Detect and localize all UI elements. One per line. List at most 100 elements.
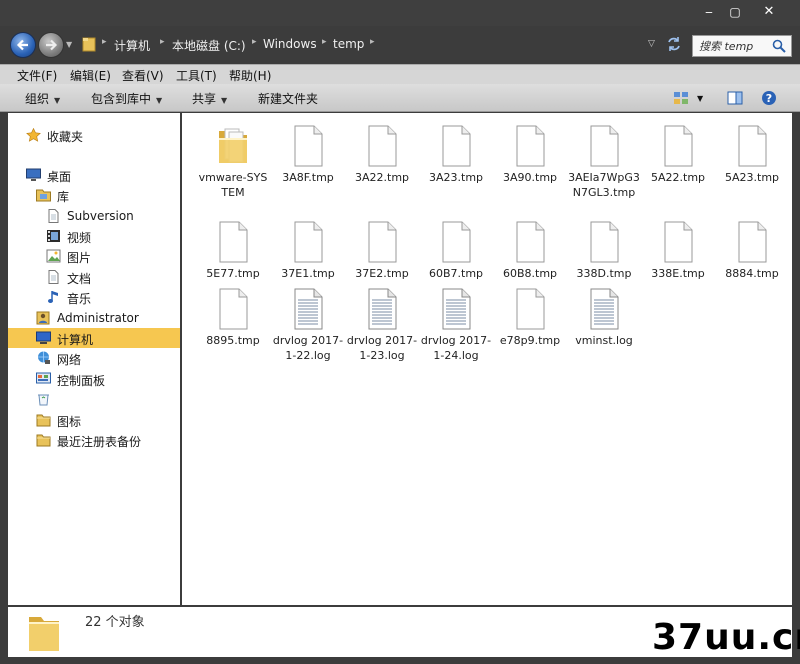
file-item[interactable]: drvlog 2017-1-24.log: [419, 288, 493, 363]
folder-icon: [217, 125, 249, 167]
site-watermark: 37uu.cn: [652, 617, 800, 658]
file-item[interactable]: 37E2.tmp: [345, 221, 419, 281]
sidebar-item-subversion[interactable]: Subversion: [8, 206, 180, 226]
chevron-down-icon[interactable]: ▼: [697, 94, 703, 103]
back-button[interactable]: [10, 32, 36, 58]
recent-pages-dropdown[interactable]: ▼: [66, 40, 72, 49]
breadcrumb-separator[interactable]: ▸: [252, 37, 257, 47]
sidebar-item-administrator[interactable]: Administrator: [8, 308, 180, 328]
file-item[interactable]: 3A90.tmp: [493, 125, 567, 185]
sidebar-item-library[interactable]: 库: [8, 185, 180, 205]
breadcrumb-separator[interactable]: ▸: [322, 37, 327, 47]
sidebar-item-recycle-bin[interactable]: [8, 389, 180, 409]
share-label: 共享: [192, 92, 217, 106]
file-item[interactable]: 60B8.tmp: [493, 221, 567, 281]
sidebar-item-documents[interactable]: 文档: [8, 267, 180, 287]
file-item[interactable]: 3AEIa7WpG3N7GL3.tmp: [567, 125, 641, 200]
sidebar-item-label: 文档: [67, 272, 92, 286]
sidebar-item-icons-folder[interactable]: 图标: [8, 410, 180, 430]
chevron-down-icon: ▼: [54, 96, 61, 105]
file-name: drvlog 2017-1-22.log: [272, 334, 344, 362]
file-item[interactable]: 8884.tmp: [715, 221, 789, 281]
breadcrumb-separator[interactable]: ▸: [160, 37, 165, 47]
sidebar-item-music[interactable]: 音乐: [8, 287, 180, 307]
blank-file-icon: [292, 221, 324, 263]
breadcrumb-computer[interactable]: 计算机: [114, 37, 150, 54]
file-item[interactable]: 3A8F.tmp: [271, 125, 345, 185]
breadcrumb-temp[interactable]: temp: [333, 37, 364, 51]
file-name: 8895.tmp: [206, 334, 260, 347]
help-icon[interactable]: ?: [761, 90, 777, 106]
title-bar: ‒ ▢ ✕: [0, 0, 800, 26]
blank-file-icon: [217, 221, 249, 263]
sidebar-item-label: Subversion: [67, 209, 134, 223]
file-item[interactable]: 60B7.tmp: [419, 221, 493, 281]
file-item[interactable]: 5E77.tmp: [196, 221, 270, 281]
sidebar-item-computer[interactable]: 计算机: [8, 328, 180, 348]
include-in-library-button[interactable]: 包含到库中 ▼: [91, 90, 162, 107]
share-button[interactable]: 共享 ▼: [192, 90, 227, 107]
video-icon: [46, 229, 61, 243]
address-history-dropdown[interactable]: ▽: [648, 39, 655, 49]
item-count: 22 个对象: [85, 615, 145, 630]
folder-item[interactable]: vmware-SYSTEM: [196, 125, 270, 200]
file-name: 338E.tmp: [651, 267, 705, 280]
blank-file-icon: [736, 125, 768, 167]
file-item[interactable]: 37E1.tmp: [271, 221, 345, 281]
file-item[interactable]: vminst.log: [567, 288, 641, 348]
file-name: 37E1.tmp: [281, 267, 335, 280]
blank-file-icon: [366, 221, 398, 263]
file-item[interactable]: 338D.tmp: [567, 221, 641, 281]
file-name: drvlog 2017-1-23.log: [346, 334, 418, 362]
breadcrumb-separator[interactable]: ▸: [102, 37, 107, 47]
navigation-pane[interactable]: 收藏夹桌面库 Subversion 视频 图片文档 音乐 Administrator 计算机…: [8, 113, 180, 605]
file-list[interactable]: vmware-SYSTEM 3A8F.tmp 3A22.tmp 3A23.tmp 3A9…: [182, 113, 792, 605]
sidebar-item-label: 桌面: [47, 170, 72, 184]
new-folder-button[interactable]: 新建文件夹: [258, 90, 318, 107]
menu-edit[interactable]: 编辑(E): [70, 67, 111, 84]
file-item[interactable]: e78p9.tmp: [493, 288, 567, 348]
file-item[interactable]: 338E.tmp: [641, 221, 715, 281]
breadcrumb-windows[interactable]: Windows: [263, 37, 317, 51]
refresh-icon[interactable]: [666, 36, 682, 52]
sidebar-item-network[interactable]: 网络: [8, 348, 180, 368]
document-icon: [46, 209, 61, 223]
sidebar-item-control-panel[interactable]: 控制面板: [8, 369, 180, 389]
menu-file[interactable]: 文件(F): [17, 67, 57, 84]
file-item[interactable]: 5A23.tmp: [715, 125, 789, 185]
menu-help[interactable]: 帮助(H): [229, 67, 271, 84]
sidebar-item-label: Administrator: [57, 311, 139, 325]
file-item[interactable]: 8895.tmp: [196, 288, 270, 348]
sidebar-item-desktop[interactable]: 桌面: [8, 165, 180, 185]
sidebar-item-videos[interactable]: 视频: [8, 226, 180, 246]
search-icon[interactable]: [772, 39, 786, 53]
menu-tools[interactable]: 工具(T): [176, 67, 217, 84]
organize-button[interactable]: 组织 ▼: [25, 90, 60, 107]
file-name: 3A22.tmp: [354, 171, 410, 184]
include-library-label: 包含到库中: [91, 92, 152, 106]
view-options-icon[interactable]: [673, 90, 689, 106]
preview-pane-icon[interactable]: [727, 90, 743, 106]
folder-icon: [36, 433, 51, 447]
close-button[interactable]: ✕: [754, 2, 784, 22]
search-box[interactable]: [692, 35, 792, 57]
maximize-button[interactable]: ▢: [720, 2, 750, 22]
file-item[interactable]: 5A22.tmp: [641, 125, 715, 185]
blank-file-icon: [217, 288, 249, 330]
breadcrumb-separator[interactable]: ▸: [370, 37, 375, 47]
sidebar-item-pictures[interactable]: 图片: [8, 246, 180, 266]
file-item[interactable]: 3A22.tmp: [345, 125, 419, 185]
sidebar-item-label: 网络: [57, 353, 82, 367]
file-name: vminst.log: [575, 334, 633, 347]
forward-button[interactable]: [38, 32, 64, 58]
search-input[interactable]: [699, 39, 769, 54]
file-name: 60B8.tmp: [502, 267, 558, 280]
file-item[interactable]: drvlog 2017-1-22.log: [271, 288, 345, 363]
sidebar-item-registry-backup-folder[interactable]: 最近注册表备份: [8, 430, 180, 450]
address-bar[interactable]: ▸ 计算机 ▸ 本地磁盘 (C:) ▸ Windows ▸ temp ▸: [78, 33, 638, 57]
breadcrumb-local-disk[interactable]: 本地磁盘 (C:): [172, 37, 246, 54]
sidebar-item-favorites[interactable]: 收藏夹: [8, 125, 180, 145]
menu-view[interactable]: 查看(V): [122, 67, 164, 84]
file-item[interactable]: drvlog 2017-1-23.log: [345, 288, 419, 363]
file-item[interactable]: 3A23.tmp: [419, 125, 493, 185]
